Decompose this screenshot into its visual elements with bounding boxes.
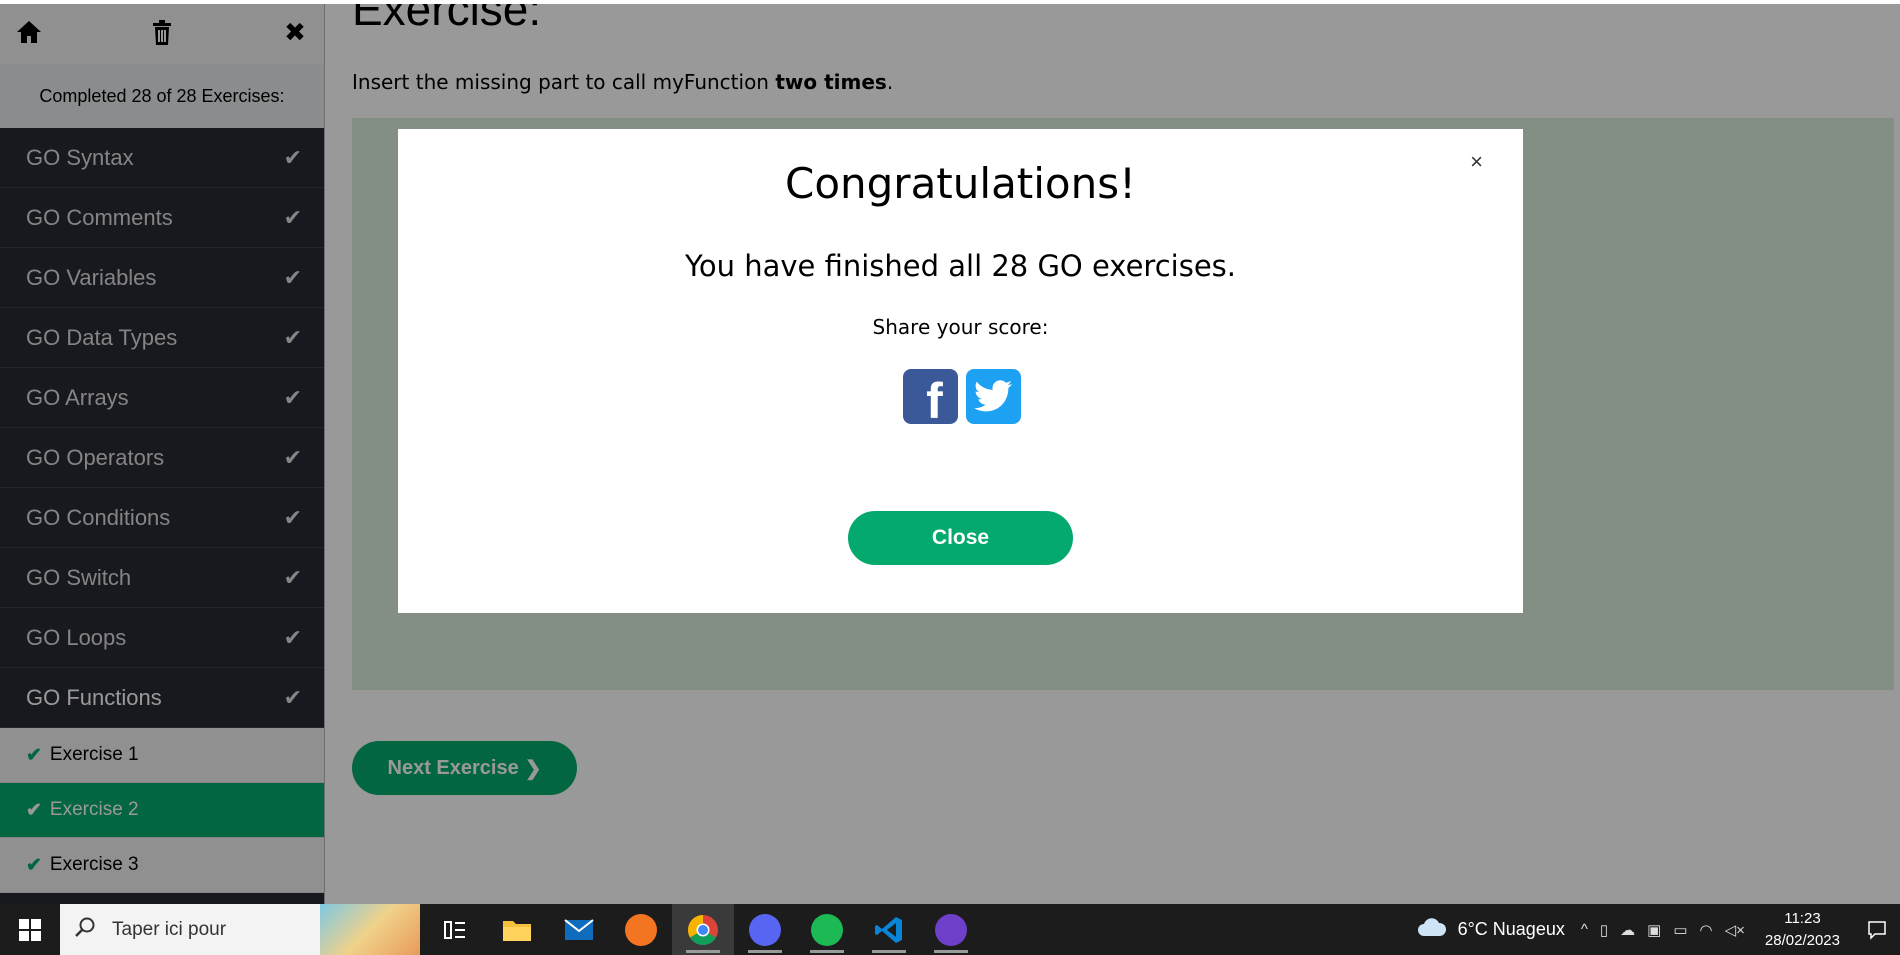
clock[interactable]: 11:23 28/02/2023 <box>1765 908 1840 952</box>
task-view-icon[interactable] <box>424 904 486 955</box>
search-icon <box>74 916 96 943</box>
windows-start-icon[interactable] <box>0 904 60 955</box>
modal-message: You have finished all 28 GO exercises. <box>685 249 1236 283</box>
search-placeholder: Taper ici pour <box>112 918 227 940</box>
chevron-up-icon[interactable]: ^ <box>1581 921 1588 938</box>
facebook-icon[interactable]: f <box>903 369 958 429</box>
notification-icon[interactable] <box>1862 904 1892 955</box>
volume-muted-icon[interactable]: ◁× <box>1725 921 1745 939</box>
clock-date: 28/02/2023 <box>1764 931 1840 949</box>
file-explorer-icon[interactable] <box>486 904 548 955</box>
discord-icon[interactable] <box>734 904 796 955</box>
share-buttons: f <box>903 369 1021 429</box>
congratulations-modal: × Congratulations! You have finished all… <box>398 129 1523 613</box>
system-tray: 6°C Nuageux ^ ▯ ☁ ▣ ▭ ◠ ◁× 11:23 28/02/2… <box>1416 904 1900 955</box>
spotify-icon[interactable] <box>796 904 858 955</box>
taskbar-search-box[interactable]: Taper ici pour <box>60 904 420 955</box>
chrome-icon[interactable] <box>672 904 734 955</box>
share-label: Share your score: <box>872 315 1049 339</box>
battery-icon[interactable]: ▭ <box>1673 921 1687 939</box>
onedrive-icon[interactable]: ☁ <box>1620 921 1635 939</box>
mail-icon[interactable] <box>548 904 610 955</box>
weather-widget[interactable]: 6°C Nuageux <box>1416 916 1565 943</box>
vscode-icon[interactable] <box>858 904 920 955</box>
security-icon[interactable]: ▣ <box>1647 921 1661 939</box>
taskbar-apps <box>424 904 982 955</box>
modal-title: Congratulations! <box>785 159 1136 208</box>
search-highlight-image <box>320 904 420 955</box>
cloud-icon <box>1416 916 1448 943</box>
tray-icons: ^ ▯ ☁ ▣ ▭ ◠ ◁× <box>1581 921 1745 939</box>
crunchyroll-icon[interactable] <box>610 904 672 955</box>
twitter-icon[interactable] <box>966 369 1021 424</box>
weather-text: 6°C Nuageux <box>1457 919 1565 939</box>
close-button[interactable]: Close <box>848 511 1073 565</box>
windows-taskbar: Taper ici pour 6°C Nuageux ^ ▯ ☁ ▣ ▭ ◠ ◁… <box>0 904 1900 955</box>
github-desktop-icon[interactable] <box>920 904 982 955</box>
meet-icon[interactable]: ▯ <box>1600 921 1608 939</box>
clock-time: 11:23 <box>1784 909 1821 927</box>
wifi-icon[interactable]: ◠ <box>1700 921 1713 939</box>
